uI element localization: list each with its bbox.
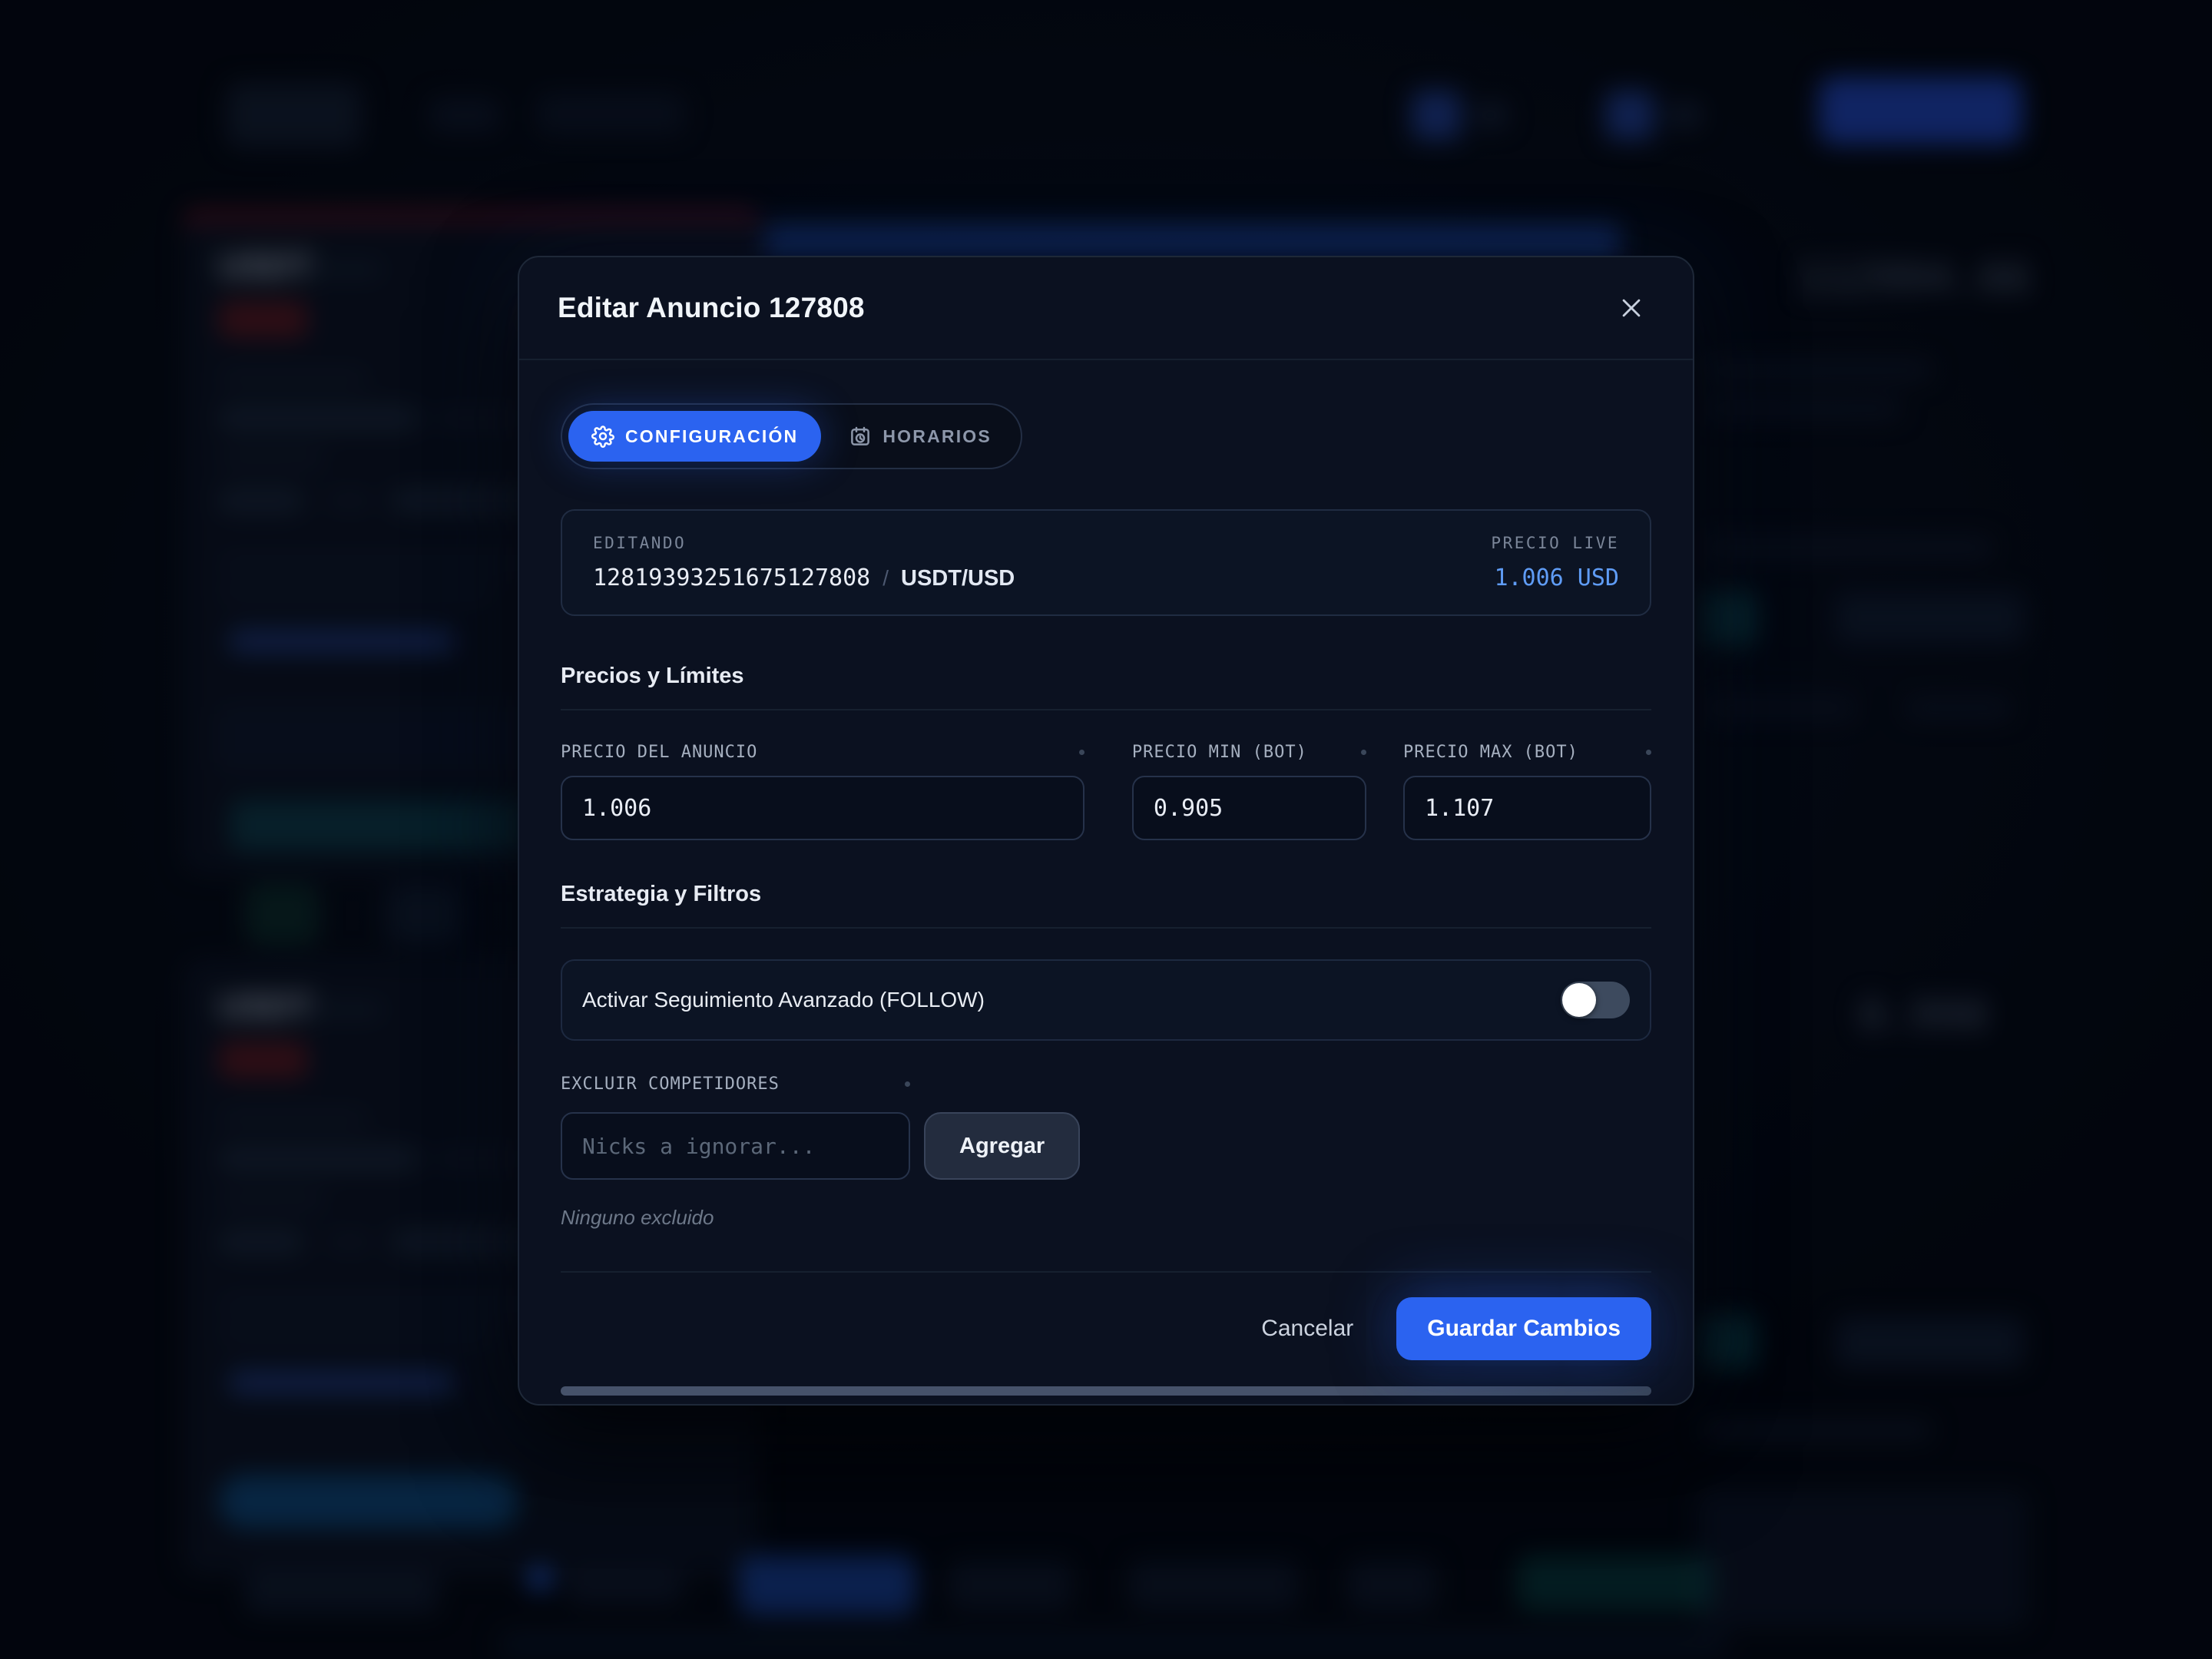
close-icon xyxy=(1622,299,1641,317)
section-heading-prices: Precios y Límites xyxy=(561,664,1651,710)
tab-bar: CONFIGURACIÓN HORARIOS xyxy=(561,403,1022,469)
toggle-knob xyxy=(1562,983,1596,1017)
editing-left: EDITANDO 12819393251675127808 / USDT/USD xyxy=(593,534,1015,591)
footer-divider xyxy=(561,1271,1651,1273)
field-precio-anuncio: PRECIO DEL ANUNCIO xyxy=(561,743,1084,840)
add-button[interactable]: Agregar xyxy=(924,1112,1081,1180)
exclude-label: EXCLUIR COMPETIDORES xyxy=(561,1075,780,1094)
tab-label: CONFIGURACIÓN xyxy=(625,426,799,446)
separator: / xyxy=(882,566,889,590)
field-precio-max: PRECIO MAX (BOT) xyxy=(1402,743,1651,840)
follow-label: Activar Seguimiento Avanzado (FOLLOW) xyxy=(582,988,985,1012)
field-dot xyxy=(905,1081,910,1087)
editing-value-row: 12819393251675127808 / USDT/USD xyxy=(593,565,1015,591)
exclude-input-row: Agregar xyxy=(561,1112,1651,1180)
price-live-label: PRECIO LIVE xyxy=(1491,534,1619,552)
field-label-row: PRECIO DEL ANUNCIO xyxy=(561,743,1084,762)
field-label-row: PRECIO MAX (BOT) xyxy=(1403,743,1651,762)
horizontal-scrollbar[interactable] xyxy=(561,1386,1651,1396)
field-precio-min: PRECIO MIN (BOT) xyxy=(1131,743,1366,840)
follow-toggle[interactable] xyxy=(1561,982,1630,1018)
modal-body: CONFIGURACIÓN HORARIOS EDITANDO 12819393… xyxy=(519,360,1693,1396)
modal-header: Editar Anuncio 127808 xyxy=(519,257,1693,360)
tab-label: HORARIOS xyxy=(882,426,992,446)
field-dot xyxy=(1078,750,1084,755)
trading-pair: USDT/USD xyxy=(901,566,1015,591)
field-label: PRECIO DEL ANUNCIO xyxy=(561,743,758,762)
follow-toggle-row: Activar Seguimiento Avanzado (FOLLOW) xyxy=(561,959,1651,1041)
precio-min-input[interactable] xyxy=(1131,776,1366,840)
editing-label: EDITANDO xyxy=(593,534,687,552)
precio-max-input[interactable] xyxy=(1402,776,1651,840)
price-live-block: PRECIO LIVE 1.006 USD xyxy=(1491,534,1619,591)
field-label-row: PRECIO MIN (BOT) xyxy=(1132,743,1366,762)
calendar-clock-icon xyxy=(851,426,870,445)
save-button[interactable]: Guardar Cambios xyxy=(1396,1297,1651,1360)
field-label: PRECIO MAX (BOT) xyxy=(1402,743,1578,762)
edit-ad-modal: Editar Anuncio 127808 CONFIGURACIÓN HORA… xyxy=(518,256,1694,1406)
close-button[interactable] xyxy=(1608,285,1654,331)
tab-horarios[interactable]: HORARIOS xyxy=(826,411,1015,462)
field-label: PRECIO MIN (BOT) xyxy=(1131,743,1307,762)
section-heading-strategy: Estrategia y Filtros xyxy=(561,882,1651,929)
price-fields-row: PRECIO DEL ANUNCIO PRECIO MIN (BOT) PREC… xyxy=(561,743,1651,840)
exclude-label-row: EXCLUIR COMPETIDORES xyxy=(561,1075,910,1094)
price-live-value: 1.006 USD xyxy=(1494,565,1619,591)
modal-footer: Cancelar Guardar Cambios xyxy=(561,1297,1651,1360)
precio-anuncio-input[interactable] xyxy=(561,776,1084,840)
field-dot xyxy=(1646,750,1651,755)
exclude-nicks-input[interactable] xyxy=(561,1112,910,1180)
field-dot xyxy=(1360,750,1366,755)
ad-id: 12819393251675127808 xyxy=(593,565,871,591)
editing-info-box: EDITANDO 12819393251675127808 / USDT/USD… xyxy=(561,509,1651,616)
modal-title: Editar Anuncio 127808 xyxy=(558,292,865,323)
gear-icon xyxy=(591,426,614,448)
cancel-button[interactable]: Cancelar xyxy=(1261,1316,1353,1342)
tab-configuracion[interactable]: CONFIGURACIÓN xyxy=(568,411,822,462)
exclude-empty-note: Ninguno excluido xyxy=(561,1206,714,1229)
